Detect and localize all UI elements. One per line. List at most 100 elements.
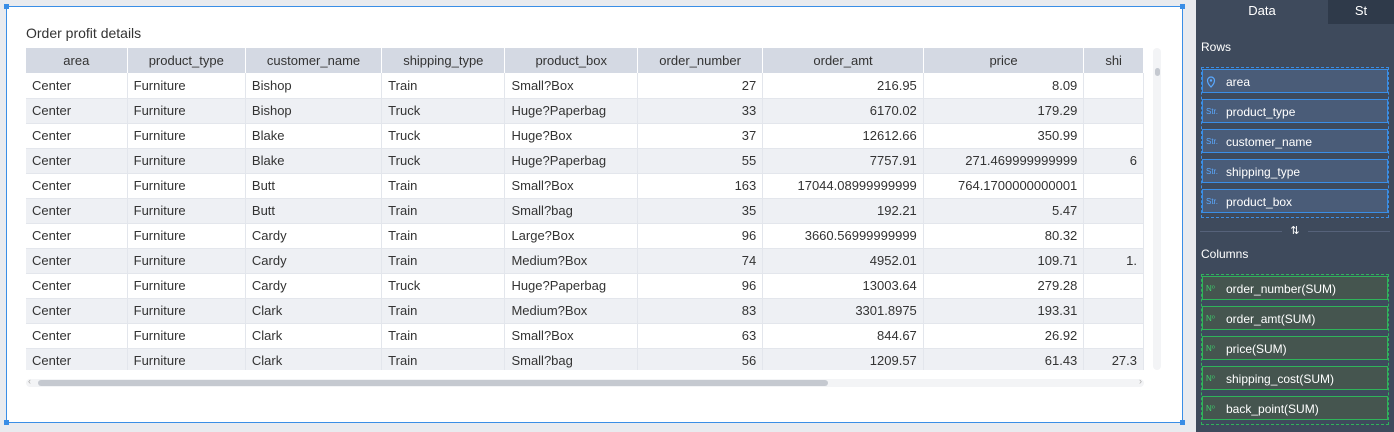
field-label: order_amt(SUM) xyxy=(1226,312,1316,326)
table-row[interactable]: Center Furniture Bishop Truck Huge?Paperbag 3… xyxy=(26,98,1144,124)
table-cell: 216.95 xyxy=(762,73,924,99)
table-cell xyxy=(1083,123,1144,149)
table-cell: 193.31 xyxy=(923,298,1085,324)
field-label: price(SUM) xyxy=(1226,342,1287,356)
horizontal-scrollbar[interactable]: ‹ › xyxy=(26,376,1144,387)
number-type-icon: N⁰ xyxy=(1206,344,1215,353)
table-cell: Medium?Box xyxy=(504,298,638,324)
column-field-shipping-cost-sum-[interactable]: N⁰ shipping_cost(SUM) xyxy=(1202,366,1388,390)
table-cell: 27 xyxy=(637,73,764,99)
column-header[interactable]: shi xyxy=(1083,48,1144,73)
table-cell: 764.1700000000001 xyxy=(923,173,1085,199)
table-cell: Cardy xyxy=(245,273,383,299)
resize-handle-br[interactable] xyxy=(1180,420,1185,425)
column-header[interactable]: product_box xyxy=(504,48,638,73)
table-cell: Furniture xyxy=(127,248,246,274)
row-field-product-box[interactable]: Str. product_box xyxy=(1202,189,1388,213)
column-field-order-amt-sum-[interactable]: N⁰ order_amt(SUM) xyxy=(1202,306,1388,330)
row-field-area[interactable]: area xyxy=(1202,69,1388,93)
scroll-left-icon[interactable]: ‹ xyxy=(28,376,31,386)
table-cell: Clark xyxy=(245,323,383,349)
resize-handle-bl[interactable] xyxy=(4,420,9,425)
table-cell: 271.469999999999 xyxy=(923,148,1085,174)
table-cell: Medium?Box xyxy=(504,248,638,274)
table-cell: 35 xyxy=(637,198,764,224)
row-field-product-type[interactable]: Str. product_type xyxy=(1202,99,1388,123)
table-cell: Center xyxy=(26,198,128,224)
table-row[interactable]: Center Furniture Blake Truck Huge?Paperbag 55… xyxy=(26,148,1144,174)
table-cell: 4952.01 xyxy=(762,248,924,274)
column-field-back-point-sum-[interactable]: N⁰ back_point(SUM) xyxy=(1202,396,1388,420)
table-row[interactable]: Center Furniture Butt Train Small?Box 163 1704… xyxy=(26,173,1144,199)
table-row[interactable]: Center Furniture Cardy Train Large?Box 96 3660… xyxy=(26,223,1144,249)
table-cell: Truck xyxy=(381,98,506,124)
table-cell xyxy=(1083,98,1144,124)
table-cell: Center xyxy=(26,173,128,199)
table-cell: Furniture xyxy=(127,98,246,124)
columns-drop-zone[interactable]: N⁰ order_number(SUM) N⁰ order_amt(SUM) N⁰ pri… xyxy=(1201,274,1389,425)
column-header[interactable]: price xyxy=(923,48,1085,73)
resize-handle-tl[interactable] xyxy=(4,4,9,9)
row-field-shipping-type[interactable]: Str. shipping_type xyxy=(1202,159,1388,183)
table-cell: 26.92 xyxy=(923,323,1085,349)
table-cell: 96 xyxy=(637,273,764,299)
table-cell: Truck xyxy=(381,273,506,299)
table-cell: Center xyxy=(26,248,128,274)
field-label: product_box xyxy=(1226,195,1293,209)
table-cell xyxy=(1083,323,1144,349)
table-row[interactable]: Center Furniture Cardy Truck Huge?Paperbag 96… xyxy=(26,273,1144,299)
panel-tabs: Data St xyxy=(1196,0,1394,24)
column-header[interactable]: product_type xyxy=(127,48,246,73)
table-cell: 844.67 xyxy=(762,323,924,349)
table-cell: Clark xyxy=(245,298,383,324)
scroll-right-icon[interactable]: › xyxy=(1139,376,1142,386)
field-label: customer_name xyxy=(1226,135,1313,149)
table-cell: Truck xyxy=(381,148,506,174)
divider xyxy=(1308,231,1390,232)
data-table: area product_type customer_name shipping_ty… xyxy=(26,48,1144,370)
table-row[interactable]: Center Furniture Butt Train Small?bag 35 192.2… xyxy=(26,198,1144,224)
table-cell: Butt xyxy=(245,198,383,224)
table-cell: Huge?Box xyxy=(504,123,638,149)
table-row[interactable]: Center Furniture Blake Truck Huge?Box 37 12612… xyxy=(26,123,1144,149)
table-row[interactable]: Center Furniture Clark Train Small?bag 56 1209… xyxy=(26,348,1144,370)
table-cell: Truck xyxy=(381,123,506,149)
table-cell: 5.47 xyxy=(923,198,1085,224)
string-type-icon: Str. xyxy=(1206,107,1219,116)
horizontal-scroll-thumb[interactable] xyxy=(38,380,828,386)
resize-handle-tr[interactable] xyxy=(1180,4,1185,9)
column-header[interactable]: order_amt xyxy=(762,48,924,73)
column-field-price-sum-[interactable]: N⁰ price(SUM) xyxy=(1202,336,1388,360)
table-cell: 6170.02 xyxy=(762,98,924,124)
column-header[interactable]: area xyxy=(26,48,128,73)
tab-style[interactable]: St xyxy=(1328,0,1394,24)
table-cell: 61.43 xyxy=(923,348,1085,370)
table-cell: Center xyxy=(26,348,128,370)
table-cell: 1. xyxy=(1083,248,1144,274)
vertical-scroll-thumb[interactable] xyxy=(1155,68,1160,76)
location-icon xyxy=(1206,70,1216,94)
table-row[interactable]: Center Furniture Cardy Train Medium?Box 74 495… xyxy=(26,248,1144,274)
rows-drop-zone[interactable]: area Str. product_type Str. customer_name Str… xyxy=(1201,67,1389,218)
table-row[interactable]: Center Furniture Clark Train Small?Box 63 844.… xyxy=(26,323,1144,349)
string-type-icon: Str. xyxy=(1206,197,1219,206)
table-cell: Huge?Paperbag xyxy=(504,148,638,174)
number-type-icon: N⁰ xyxy=(1206,284,1215,293)
row-field-customer-name[interactable]: Str. customer_name xyxy=(1202,129,1388,153)
field-label: order_number(SUM) xyxy=(1226,282,1337,296)
column-header[interactable]: customer_name xyxy=(245,48,383,73)
table-cell: Train xyxy=(381,323,506,349)
tab-data[interactable]: Data xyxy=(1196,0,1328,24)
column-header[interactable]: order_number xyxy=(637,48,764,73)
table-row[interactable]: Center Furniture Clark Train Medium?Box 83 330… xyxy=(26,298,1144,324)
table-cell: 63 xyxy=(637,323,764,349)
table-row[interactable]: Center Furniture Bishop Train Small?Box 27 216… xyxy=(26,73,1144,99)
column-header[interactable]: shipping_type xyxy=(381,48,506,73)
table-cell: Small?Box xyxy=(504,173,638,199)
table-cell: Train xyxy=(381,298,506,324)
table-widget[interactable]: Order profit details area product_type cus… xyxy=(4,4,1185,425)
column-field-order-number-sum-[interactable]: N⁰ order_number(SUM) xyxy=(1202,276,1388,300)
table-cell: Bishop xyxy=(245,73,383,99)
vertical-scrollbar[interactable] xyxy=(1153,48,1161,370)
table-cell: 56 xyxy=(637,348,764,370)
